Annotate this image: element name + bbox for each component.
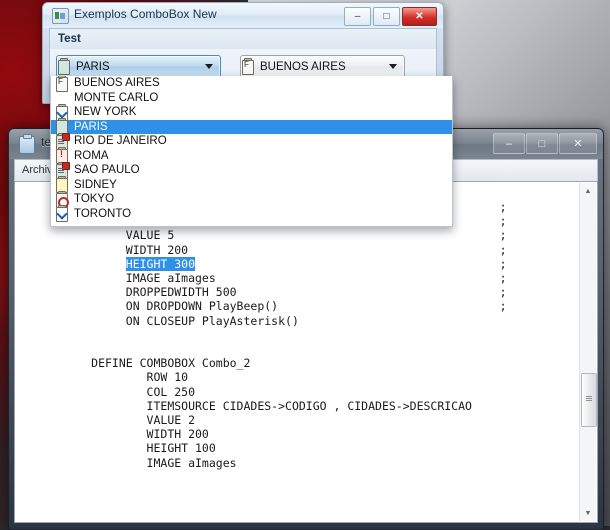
dropdown-item[interactable]: BUENOS AIRES xyxy=(51,76,452,92)
dropdown-item[interactable]: TORONTO xyxy=(51,205,452,223)
dropdown-item[interactable]: ROMA xyxy=(51,147,452,165)
dropdown-item-label: NEW YORK xyxy=(74,106,137,119)
dropdown-item-label: ROMA xyxy=(74,149,109,162)
code-line: ITEMSOURCE CIDADES->CODIGO , CIDADES->DE… xyxy=(15,398,472,413)
clipboard-f-icon xyxy=(55,76,69,92)
dropdown-item[interactable]: PARIS xyxy=(51,118,452,136)
clipboard-f-icon xyxy=(241,58,255,75)
code-line: HEIGHT 100 xyxy=(15,441,216,456)
app-icon xyxy=(52,8,69,24)
dropdown-item-label: TOKYO xyxy=(74,193,115,206)
combobox-1-dropdown-list[interactable]: BUENOS AIRESMONTE CARLO NEW YORKPARIS RIO … xyxy=(50,76,453,227)
menu-item-test[interactable]: Test xyxy=(50,30,89,48)
combo-close-button[interactable]: ✕ xyxy=(402,7,437,26)
code-text-area[interactable]: @ 10, 10 COMBOBOX Combo_1 ; ITEMSOURCE C… xyxy=(15,182,580,522)
chevron-down-icon[interactable] xyxy=(205,64,213,69)
code-line: ON CLOSEUP PlayAsterisk() xyxy=(15,313,299,328)
combobox-1-value: PARIS xyxy=(76,60,110,73)
code-line: WIDTH 200 xyxy=(15,427,209,442)
editor-window-controls: – □ ✕ xyxy=(492,133,597,154)
chevron-down-icon[interactable] xyxy=(389,64,397,69)
dropdown-item-label: BUENOS AIRES xyxy=(74,77,160,90)
code-line: COL 250 xyxy=(15,384,196,399)
combo-window-controls: – □ ✕ xyxy=(342,7,437,26)
combo-menubar: Test xyxy=(49,28,437,51)
editor-maximize-button[interactable]: □ xyxy=(526,133,558,154)
dropdown-item-label: SIDNEY xyxy=(74,178,117,191)
editor-minimize-button[interactable]: – xyxy=(493,133,525,154)
scroll-up-arrow-icon[interactable]: ▲ xyxy=(580,183,596,199)
code-line: WIDTH 200 ; xyxy=(15,242,507,257)
editor-body[interactable]: @ 10, 10 COMBOBOX Combo_1 ; ITEMSOURCE C… xyxy=(14,181,598,523)
dropdown-item[interactable]: MONTE CARLO xyxy=(51,91,452,106)
combobox-2-value: BUENOS AIRES xyxy=(260,60,346,73)
selected-code-token: HEIGHT 300 xyxy=(125,256,196,271)
code-line: IMAGE aImages xyxy=(15,455,237,470)
code-line: HEIGHT 300 ; xyxy=(125,256,507,271)
code-line: VALUE 5 ; xyxy=(15,228,507,243)
dropdown-item[interactable]: SAO PAULO xyxy=(51,161,452,179)
dropdown-item-label: PARIS xyxy=(74,120,108,133)
dropdown-item-label: RIO DE JANEIRO xyxy=(74,135,167,148)
dropdown-item-label: SAO PAULO xyxy=(74,164,140,177)
document-icon xyxy=(19,134,35,154)
editor-close-button[interactable]: ✕ xyxy=(559,133,597,154)
dropdown-item[interactable]: TOKYO xyxy=(51,190,452,208)
dropdown-item-label: MONTE CARLO xyxy=(74,91,159,104)
combobox-2[interactable]: BUENOS AIRES xyxy=(240,55,405,78)
editor-vertical-scrollbar[interactable]: ▲ ▼ xyxy=(579,183,597,521)
dropdown-item[interactable]: SIDNEY xyxy=(51,176,452,194)
dropdown-item-label: TORONTO xyxy=(74,207,132,220)
code-line: DEFINE COMBOBOX Combo_2 xyxy=(15,356,251,371)
dropdown-item[interactable]: NEW YORK xyxy=(51,103,452,121)
scrollbar-thumb[interactable] xyxy=(581,373,597,427)
combo-window-title: Exemplos ComboBox New xyxy=(74,7,217,21)
code-line: ROW 10 xyxy=(15,370,189,385)
combobox-1[interactable]: PARIS xyxy=(56,55,221,78)
code-line: IMAGE aImages ; xyxy=(15,271,507,286)
code-line: ON DROPDOWN PlayBeep() ; xyxy=(15,299,507,314)
code-line: VALUE 2 xyxy=(15,413,196,428)
clipboard-check-icon xyxy=(55,205,69,223)
code-line: DROPPEDWIDTH 500 ; xyxy=(15,285,507,300)
dropdown-item[interactable]: RIO DE JANEIRO xyxy=(51,132,452,150)
scroll-down-arrow-icon[interactable]: ▼ xyxy=(580,505,596,521)
clipboard-teal-icon xyxy=(57,58,71,75)
combo-minimize-button[interactable]: – xyxy=(344,7,371,26)
combo-maximize-button[interactable]: □ xyxy=(373,7,400,26)
combo-titlebar[interactable]: Exemplos ComboBox New – □ ✕ xyxy=(43,3,443,28)
